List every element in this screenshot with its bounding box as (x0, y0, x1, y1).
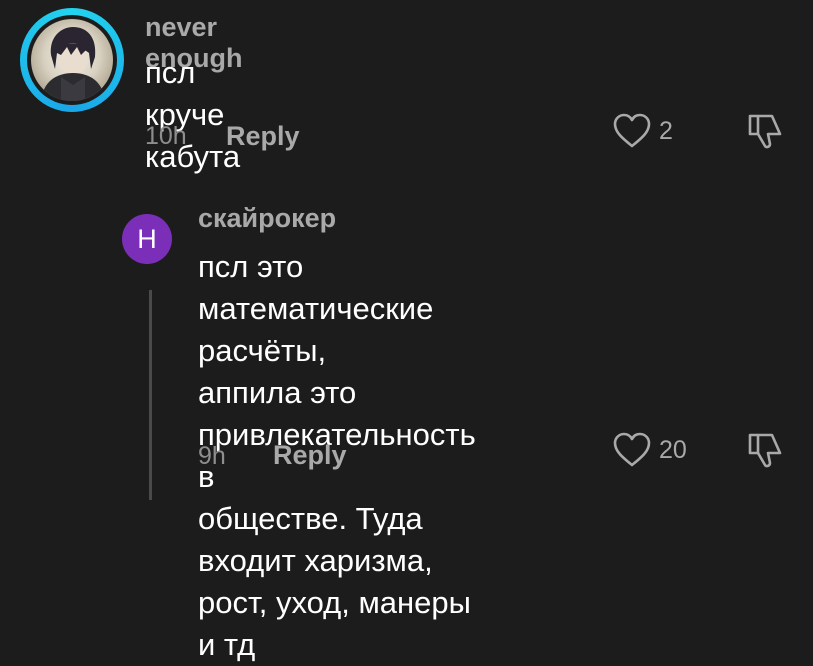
comment-timestamp: 10h (145, 122, 187, 150)
reply-button[interactable]: Reply (273, 440, 347, 471)
thumbs-down-outline-icon[interactable] (746, 431, 786, 469)
reply-button[interactable]: Reply (226, 121, 300, 152)
comment-text: псл круче кабута (145, 55, 241, 174)
thread-line (149, 290, 152, 500)
thumbs-down-outline-icon[interactable] (746, 112, 786, 150)
like-count: 20 (659, 436, 687, 464)
reply-timestamp: 9h (198, 442, 226, 470)
heart-outline-icon[interactable] (612, 113, 652, 149)
like-count: 2 (659, 117, 673, 145)
avatar[interactable] (20, 8, 124, 112)
avatar[interactable]: Н (122, 214, 172, 264)
avatar-photo (31, 19, 113, 101)
heart-outline-icon[interactable] (612, 432, 652, 468)
reply-username[interactable]: скайрокер (198, 203, 336, 234)
